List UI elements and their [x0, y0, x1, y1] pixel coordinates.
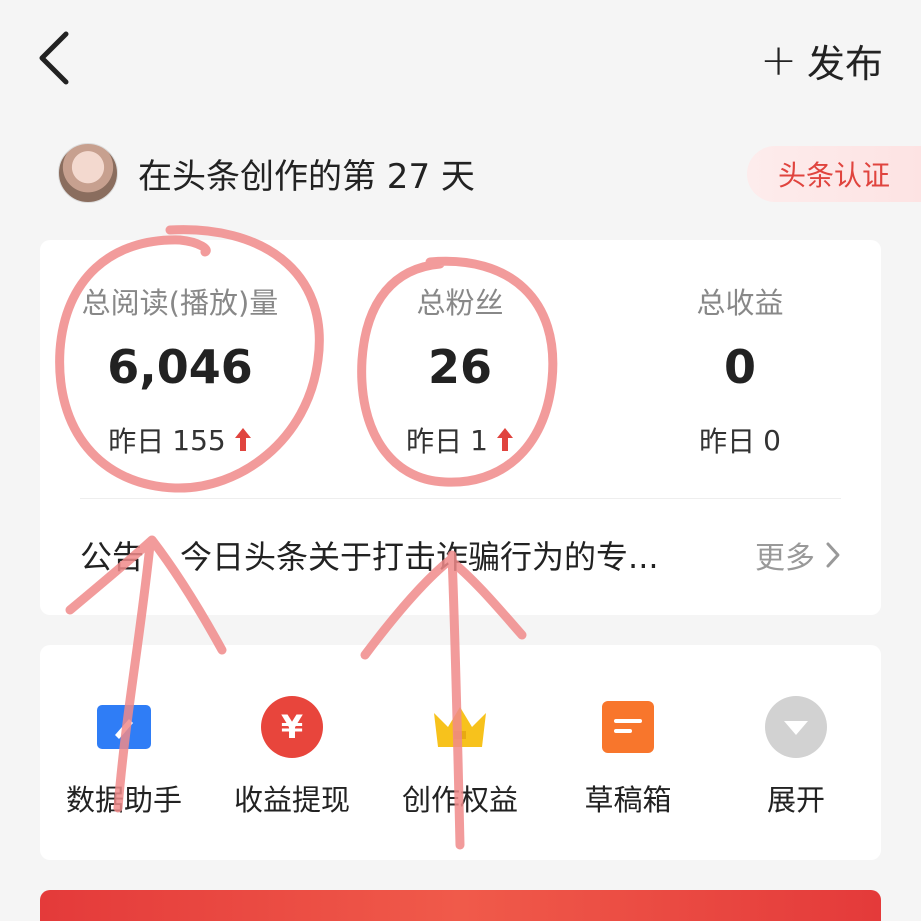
creator-info-row: 在头条创作的第 27 天 头条认证 — [58, 138, 921, 208]
yesterday-value: 1 — [470, 423, 488, 457]
stat-yesterday: 昨日 1 — [320, 420, 600, 460]
crown-icon — [428, 695, 492, 759]
chart-pencil-icon — [92, 695, 156, 759]
draft-icon — [596, 695, 660, 759]
tool-creator-rights[interactable]: 创作权益 — [376, 695, 544, 825]
yuan-icon: ¥ — [260, 695, 324, 759]
stat-total-reads[interactable]: 总阅读(播放)量 6,046 昨日 155 — [40, 240, 320, 490]
tool-label: 数据助手 — [65, 783, 182, 817]
stats-card: 总阅读(播放)量 6,046 昨日 155 总粉丝 26 昨日 1 总收益 0 … — [40, 240, 881, 615]
tool-data-assistant[interactable]: 数据助手 — [40, 695, 208, 825]
arrow-up-icon — [234, 428, 251, 451]
tool-earnings-withdraw[interactable]: ¥ 收益提现 — [208, 695, 376, 825]
top-bar: + 发布 — [0, 0, 921, 120]
avatar[interactable] — [58, 143, 118, 203]
creation-days-text: 在头条创作的第 27 天 — [138, 156, 475, 197]
yesterday-label: 昨日 — [699, 425, 756, 458]
yesterday-label: 昨日 — [406, 425, 463, 458]
tool-label: 创作权益 — [401, 783, 518, 817]
divider — [80, 498, 841, 499]
stat-label: 总收益 — [696, 286, 784, 320]
yesterday-label: 昨日 — [108, 425, 165, 458]
notice-label: 公告 — [80, 538, 145, 576]
notice-text[interactable]: 今日头条关于打击诈骗行为的专... — [180, 532, 725, 578]
tool-expand[interactable]: 展开 — [712, 695, 880, 825]
tool-drafts[interactable]: 草稿箱 — [544, 695, 712, 825]
tool-label: 展开 — [766, 783, 825, 817]
tool-label: 草稿箱 — [584, 783, 672, 817]
svg-text:¥: ¥ — [281, 708, 303, 746]
back-button[interactable] — [30, 28, 80, 88]
stat-value: 0 — [723, 340, 756, 394]
stat-label: 总粉丝 — [416, 286, 504, 320]
notice-row[interactable]: 公告 今日头条关于打击诈骗行为的专... 更多 — [80, 520, 841, 590]
chevron-left-icon — [39, 31, 69, 85]
publish-button[interactable]: + 发布 — [760, 32, 883, 88]
stat-total-earnings[interactable]: 总收益 0 昨日 0 — [600, 240, 880, 490]
tool-label: 收益提现 — [233, 783, 350, 817]
stat-value: 6,046 — [107, 340, 253, 394]
stat-yesterday: 昨日 0 — [600, 420, 880, 460]
chevron-right-icon — [826, 542, 840, 568]
expand-icon — [764, 695, 828, 759]
tools-card: 数据助手 ¥ 收益提现 创作权益 草稿箱 展开 — [40, 645, 881, 860]
more-label: 更多 — [755, 541, 815, 576]
certification-badge[interactable]: 头条认证 — [747, 146, 921, 202]
plus-icon: + — [760, 34, 797, 86]
arrow-up-icon — [496, 428, 513, 451]
stat-label: 总阅读(播放)量 — [81, 286, 279, 320]
yesterday-value: 0 — [763, 423, 781, 457]
stat-value: 26 — [427, 340, 492, 394]
promo-banner[interactable] — [40, 890, 881, 921]
publish-label: 发布 — [806, 41, 883, 86]
stat-total-fans[interactable]: 总粉丝 26 昨日 1 — [320, 240, 600, 490]
yesterday-value: 155 — [172, 423, 226, 457]
stat-yesterday: 昨日 155 — [40, 420, 320, 460]
more-link[interactable]: 更多 — [755, 533, 841, 577]
